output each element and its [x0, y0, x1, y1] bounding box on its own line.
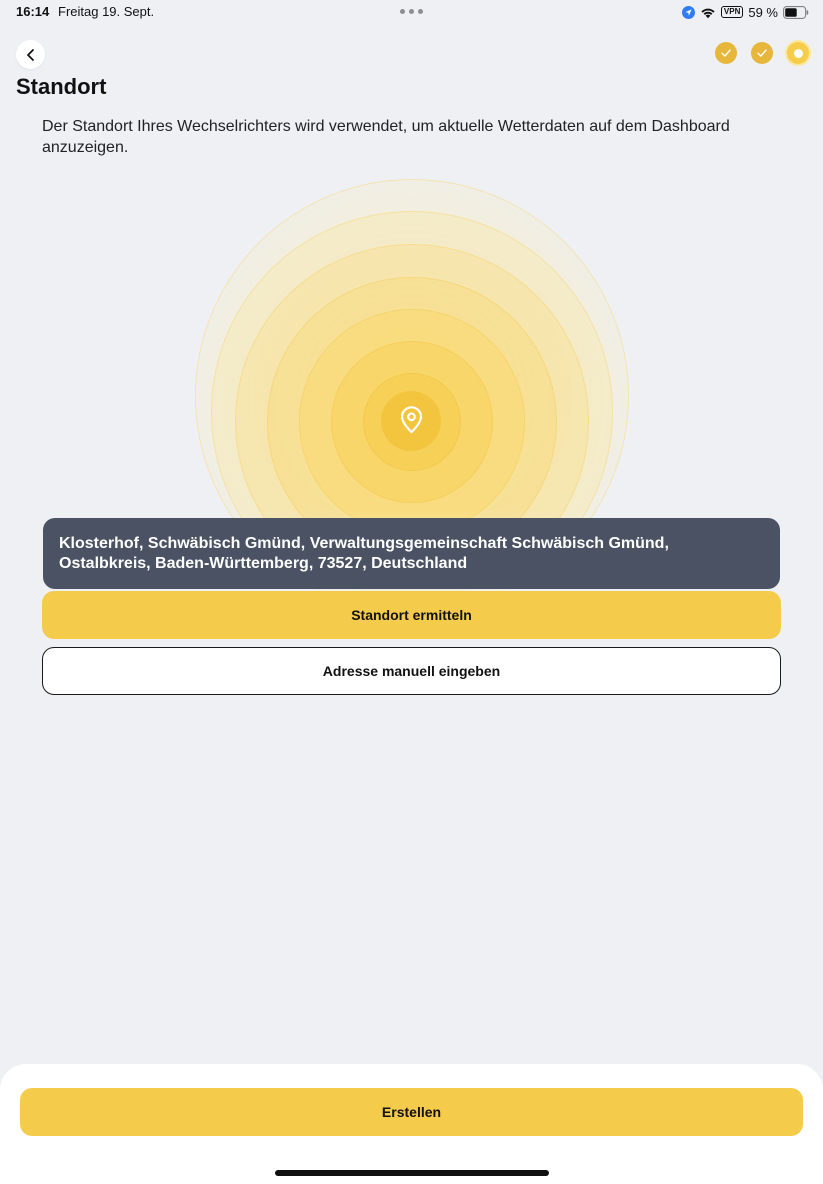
- dot-icon: [793, 48, 803, 58]
- address-card: Klosterhof, Schwäbisch Gmünd, Verwaltung…: [43, 518, 780, 589]
- dot-icon: [400, 9, 405, 14]
- location-pin-icon: [400, 406, 423, 434]
- status-indicators: VPN 59 %: [681, 3, 809, 21]
- wifi-icon: [701, 8, 715, 18]
- home-indicator[interactable]: [275, 1170, 549, 1176]
- battery-icon: [783, 5, 809, 19]
- manual-address-button[interactable]: Adresse manuell eingeben: [42, 647, 781, 695]
- status-date: Freitag 19. Sept.: [58, 4, 155, 19]
- back-button[interactable]: [16, 40, 45, 69]
- step-3-current: [787, 42, 809, 64]
- status-time: 16:14: [16, 4, 50, 19]
- locate-button[interactable]: Standort ermitteln: [42, 591, 781, 639]
- vpn-badge: VPN: [720, 6, 744, 18]
- check-icon: [721, 49, 731, 57]
- dot-icon: [409, 9, 414, 14]
- description-text: Der Standort Ihres Wechselrichters wird …: [42, 118, 730, 156]
- status-bar: 16:14 Freitag 19. Sept. VPN 59 %: [0, 0, 823, 24]
- address-text: Klosterhof, Schwäbisch Gmünd, Verwaltung…: [59, 535, 669, 572]
- dot-icon: [418, 9, 423, 14]
- multitasking-dots[interactable]: [400, 9, 423, 14]
- create-button[interactable]: Erstellen: [20, 1088, 803, 1136]
- location-services-icon: [681, 5, 695, 19]
- step-indicator: [715, 42, 809, 64]
- check-icon: [757, 49, 767, 57]
- step-2-complete: [751, 42, 773, 64]
- step-1-complete: [715, 42, 737, 64]
- battery-percentage: 59 %: [748, 4, 778, 20]
- chevron-left-icon: [26, 48, 34, 61]
- page-title: Standort: [16, 74, 107, 99]
